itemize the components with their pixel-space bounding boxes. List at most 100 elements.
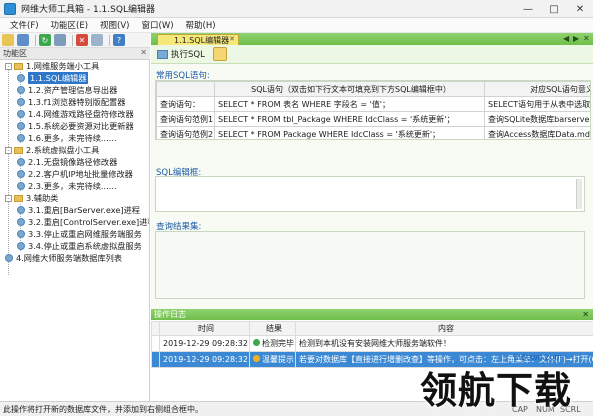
tab-scroll-left-icon[interactable]: ◀ bbox=[563, 34, 569, 43]
tree-item[interactable]: 1.1.SQL编辑器 bbox=[17, 72, 89, 84]
table-row[interactable]: 查询语句范例2： SELECT * FROM Package WHERE Idc… bbox=[156, 126, 590, 139]
grid-cell: 查询Access数据库Data.md bbox=[484, 126, 590, 139]
log-header: 操作日志 ✕ bbox=[151, 309, 593, 320]
window-title: 网维大师工具箱 - 1.1.SQL编辑器 bbox=[21, 5, 155, 15]
menu-help[interactable]: 帮助(H) bbox=[184, 19, 218, 31]
tree-item[interactable]: 2.2.客户机IP地址批量修改器 bbox=[17, 168, 133, 180]
grid-cell: SELECT语句用于从表中选取 bbox=[484, 96, 590, 112]
tree-item[interactable]: 1.4.网维游戏路径盘符修改器 bbox=[17, 108, 134, 120]
execute-bar: 执行SQL bbox=[151, 45, 593, 64]
grid-cell[interactable]: SELECT * FROM 表名 WHERE 字段名 = '值'； bbox=[214, 96, 485, 112]
log-header-cell: 内容 bbox=[295, 321, 593, 336]
tree-item[interactable]: 2.3.更多，未完待续...... bbox=[17, 180, 117, 192]
execute-sql-button[interactable]: 执行SQL bbox=[157, 48, 205, 60]
menu-view[interactable]: 视图(V) bbox=[98, 19, 131, 31]
toolbar-separator bbox=[109, 34, 110, 46]
log-result-cell: 检测完毕！ bbox=[249, 335, 296, 352]
document-icon[interactable] bbox=[91, 34, 103, 46]
menu-function-area[interactable]: 功能区(E) bbox=[49, 19, 91, 31]
log-time: 2019-12-29 09:28:32 bbox=[159, 335, 250, 352]
tree-item[interactable]: 3.4.停止或重启系统虚拟盘服务 bbox=[17, 240, 142, 252]
left-panel-header: 功能区 ✕ bbox=[0, 48, 150, 60]
tree-item[interactable]: 3.1.重启[BarServer.exe]进程 bbox=[17, 204, 140, 216]
tree-item-label: 3.辅助类 bbox=[26, 193, 59, 203]
tree-item-label: 1.1.SQL编辑器 bbox=[28, 72, 89, 84]
database-icon[interactable] bbox=[17, 34, 29, 46]
tool-icon bbox=[17, 86, 25, 94]
grid-header-cell bbox=[156, 81, 215, 97]
log-header-cell: 结果 bbox=[249, 321, 296, 336]
tree-item[interactable]: 1.5.系统必要资源对比更新器 bbox=[17, 120, 134, 132]
tree-item-label: 2.3.更多，未完待续...... bbox=[28, 181, 117, 191]
main-toolbar: ↻ ✕ ? bbox=[0, 33, 150, 48]
log-time: 2019-12-29 09:28:32 bbox=[159, 351, 250, 368]
sql-editor-textarea[interactable] bbox=[155, 176, 585, 212]
tree-group[interactable]: - 2.系统虚拟盘小工具 bbox=[5, 144, 99, 156]
open-folder-icon[interactable] bbox=[2, 34, 14, 46]
tree-item[interactable]: 1.2.资产管理信息导出器 bbox=[17, 84, 117, 96]
tree-item[interactable]: 1.6.更多，未完待续...... bbox=[17, 132, 117, 144]
minimize-icon[interactable]: — bbox=[515, 0, 541, 18]
open-database-icon[interactable] bbox=[212, 47, 227, 61]
table-row[interactable]: 查询语句： SELECT * FROM 表名 WHERE 字段名 = '值'； … bbox=[156, 96, 590, 112]
grid-header-cell: SQL语句（双击如下行文本可填充到下方SQL编辑框中） bbox=[214, 81, 485, 97]
title-bar: 网维大师工具箱 - 1.1.SQL编辑器 — □ ✕ bbox=[0, 0, 593, 18]
menu-bar: 文件(F) 功能区(E) 视图(V) 窗口(W) 帮助(H) bbox=[0, 18, 593, 33]
tab-close-all-icon[interactable]: ✕ bbox=[583, 34, 590, 43]
delete-icon[interactable]: ✕ bbox=[76, 34, 88, 46]
maximize-icon[interactable]: □ bbox=[541, 0, 567, 18]
help-icon[interactable]: ? bbox=[113, 34, 125, 46]
tab-sql-editor[interactable]: 1.1.SQL编辑器 ✕ bbox=[157, 34, 239, 45]
refresh-icon[interactable]: ↻ bbox=[39, 34, 51, 46]
panel-close-icon[interactable]: ✕ bbox=[140, 48, 147, 57]
query-result-grid[interactable] bbox=[155, 231, 585, 299]
tree-icon[interactable] bbox=[54, 34, 66, 46]
log-header-cell bbox=[151, 321, 160, 336]
folder-icon bbox=[14, 62, 23, 70]
tree-expander-icon[interactable]: - bbox=[5, 146, 12, 154]
tree-item-label: 2.1.无盘镜像路径修改器 bbox=[28, 157, 118, 167]
left-panel-title: 功能区 bbox=[3, 49, 27, 58]
tree-group[interactable]: 4.网维大师服务端数据库列表 bbox=[5, 252, 122, 264]
log-content: 检测到本机没有安装网维大师服务端软件！ bbox=[295, 335, 593, 352]
menu-file[interactable]: 文件(F) bbox=[8, 19, 41, 31]
log-row-marker bbox=[151, 335, 160, 352]
sql-editor-panel: 1.1.SQL编辑器 ✕ ◀ ▶ ✕ 执行SQL 常用SQL语句: SQL语句（… bbox=[151, 33, 593, 309]
tree-item-label: 1.6.更多，未完待续...... bbox=[28, 133, 117, 143]
log-close-icon[interactable]: ✕ bbox=[582, 310, 589, 319]
tab-close-icon[interactable]: ✕ bbox=[229, 35, 235, 43]
tool-icon bbox=[17, 74, 25, 82]
tree-item[interactable]: 2.1.无盘镜像路径修改器 bbox=[17, 156, 117, 168]
folder-icon bbox=[14, 194, 23, 202]
log-title: 操作日志 bbox=[154, 310, 186, 319]
log-row[interactable]: 2019-12-29 09:28:32 检测完毕！ 检测到本机没有安装网维大师服… bbox=[151, 335, 593, 352]
tool-icon bbox=[17, 134, 25, 142]
tree-item-label: 1.2.资产管理信息导出器 bbox=[28, 85, 118, 95]
tree-expander-icon[interactable]: - bbox=[5, 194, 12, 202]
grid-cell[interactable]: SELECT * FROM Package WHERE IdcClass = '… bbox=[214, 126, 485, 139]
tree-item[interactable]: 3.3.停止或重启网维服务端服务 bbox=[17, 228, 142, 240]
editor-scrollbar[interactable] bbox=[576, 179, 582, 209]
grid-cell: 查询SQLite数据库barserve bbox=[484, 111, 590, 127]
grid-cell[interactable]: SELECT * FROM tbl_Package WHERE IdcClass… bbox=[214, 111, 485, 127]
tree-guide-line bbox=[8, 66, 9, 276]
tree-group[interactable]: - 1.网维服务端小工具 bbox=[5, 60, 99, 72]
watermark: lhdown.com 领航下载 bbox=[416, 352, 592, 412]
tree-group[interactable]: - 3.辅助类 bbox=[5, 192, 58, 204]
tree-item[interactable]: 1.3.f1浏览器特别版配置器 bbox=[17, 96, 125, 108]
log-result: 温馨提示！ bbox=[262, 355, 295, 364]
tool-icon bbox=[17, 218, 25, 226]
watermark-text: 领航下载 bbox=[420, 369, 572, 412]
check-icon bbox=[253, 339, 260, 346]
menu-window[interactable]: 窗口(W) bbox=[140, 19, 176, 31]
table-row[interactable]: 查询语句范例1： SELECT * FROM tbl_Package WHERE… bbox=[156, 111, 590, 127]
tab-strip: 1.1.SQL编辑器 ✕ ◀ ▶ ✕ bbox=[151, 33, 593, 45]
tool-icon bbox=[17, 242, 25, 250]
close-icon[interactable]: ✕ bbox=[567, 0, 593, 18]
tool-icon bbox=[17, 230, 25, 238]
tree-expander-icon[interactable]: - bbox=[5, 62, 12, 70]
tree-item-label: 2.2.客户机IP地址批量修改器 bbox=[28, 169, 133, 179]
tree-item[interactable]: 3.2.重启[ControlServer.exe]进程 bbox=[17, 216, 149, 228]
tab-scroll-right-icon[interactable]: ▶ bbox=[573, 34, 579, 43]
tab-label: 1.1.SQL编辑器 bbox=[174, 35, 230, 45]
